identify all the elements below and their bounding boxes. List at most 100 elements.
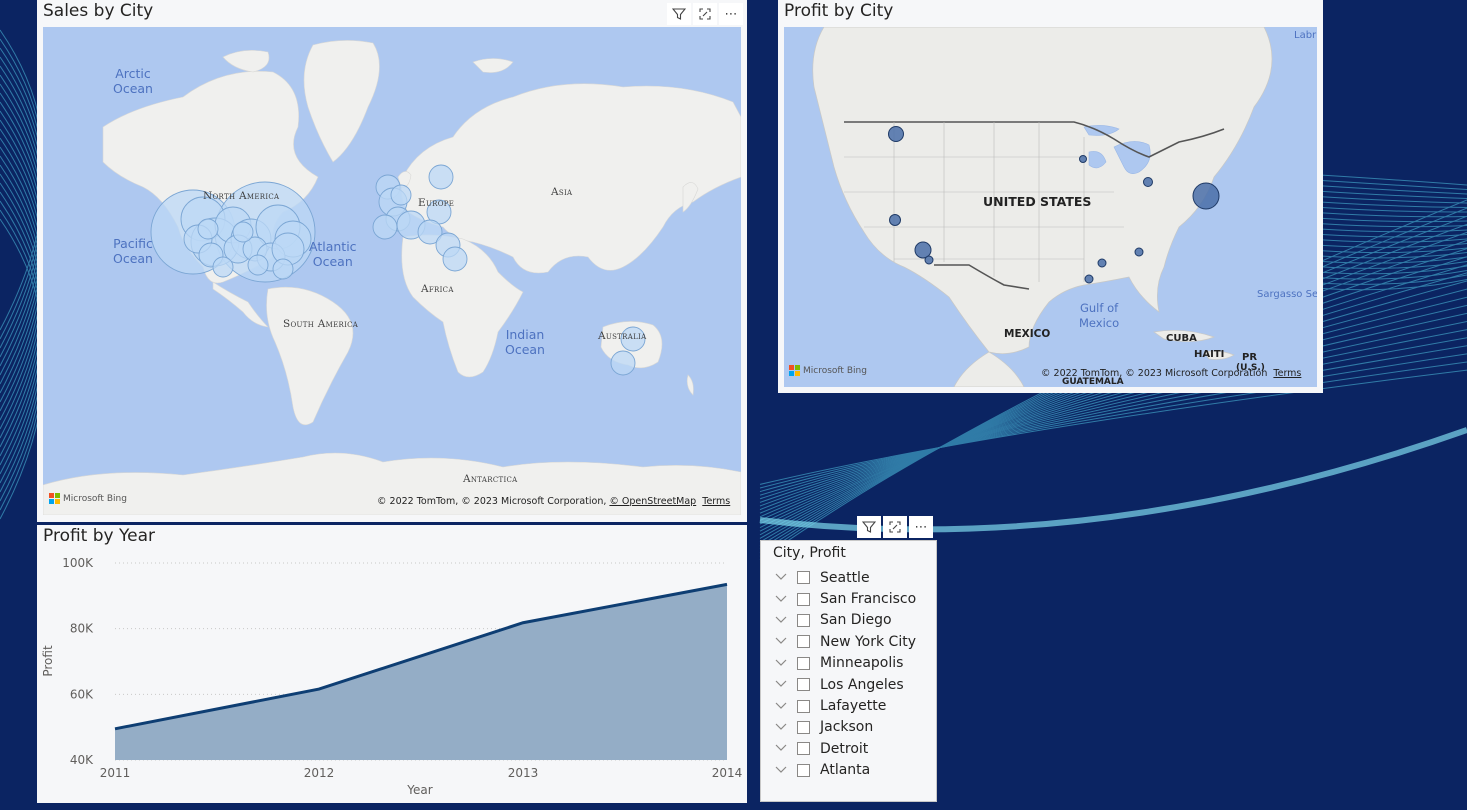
terms-link[interactable]: Terms [1273, 368, 1301, 379]
us-country-label: UNITED STATES [983, 194, 1092, 209]
labrador-label: Labr [1294, 30, 1317, 41]
checkbox[interactable] [797, 635, 810, 649]
slicer-title: City, Profit [773, 545, 846, 561]
slicer-item-label: Minneapolis [820, 655, 904, 672]
checkbox[interactable] [797, 699, 810, 713]
sales-by-city-visual[interactable]: Sales by City ⋯ Arctic Ocean Pacific Oce… [37, 0, 747, 522]
africa-label: Africa [421, 283, 454, 295]
chevron-down-icon[interactable] [775, 764, 789, 777]
more-options-icon[interactable]: ⋯ [909, 516, 933, 538]
checkbox[interactable] [797, 613, 810, 627]
y-tick-label: 100K [62, 556, 94, 570]
slicer-item[interactable]: New York City [761, 631, 936, 652]
slicer-item[interactable]: Atlanta [761, 760, 936, 781]
slicer-item[interactable]: Los Angeles [761, 674, 936, 695]
slicer-item-label: Los Angeles [820, 676, 904, 693]
slicer-item-label: Seattle [820, 569, 870, 586]
focus-mode-icon[interactable] [883, 516, 907, 538]
profit-by-year-visual[interactable]: Profit by Year 40K 60K 80K 100K 2011 2012 201… [37, 525, 747, 803]
profit-bubble[interactable] [924, 255, 934, 265]
checkbox[interactable] [797, 592, 810, 606]
city-profit-slicer[interactable]: City, Profit Seattle San Francisco San Die… [760, 540, 937, 802]
slicer-item-label: Atlanta [820, 762, 871, 779]
sales-bubble[interactable] [610, 350, 636, 376]
osm-link[interactable]: © OpenStreetMap [609, 496, 696, 507]
profit-bubble[interactable] [1134, 247, 1144, 257]
checkbox[interactable] [797, 678, 810, 692]
indian-ocean-label: Indian Ocean [505, 327, 545, 357]
profit-by-city-visual[interactable]: Profit by City UNITED STATES MEXICO CUBA… [778, 0, 1323, 393]
sales-bubble[interactable] [247, 254, 269, 276]
terms-link[interactable]: Terms [702, 496, 730, 507]
slicer-item[interactable]: Jackson [761, 717, 936, 738]
visual-title: Profit by City [784, 1, 894, 21]
chevron-down-icon[interactable] [775, 657, 789, 670]
checkbox[interactable] [797, 763, 810, 777]
sales-bubble[interactable] [390, 184, 412, 206]
sales-bubble[interactable] [372, 214, 398, 240]
profit-bubble[interactable] [1084, 274, 1094, 284]
microsoft-bing-logo: Microsoft Bing [789, 365, 867, 376]
slicer-item-label: San Francisco [820, 591, 917, 608]
sales-bubble[interactable] [197, 218, 219, 240]
slicer-item-label: Jackson [820, 719, 874, 736]
attribution-text: © 2022 TomTom, © 2023 Microsoft Corporat… [377, 496, 607, 507]
visual-title: Sales by City [43, 1, 154, 21]
more-options-icon[interactable]: ⋯ [719, 3, 743, 25]
sales-bubble[interactable] [272, 258, 294, 280]
checkbox[interactable] [797, 742, 810, 756]
chevron-down-icon[interactable] [775, 614, 789, 627]
attribution-text: © 2022 TomTom, © 2023 Microsoft Corporat… [1041, 368, 1268, 379]
world-map[interactable]: Arctic Ocean Pacific Ocean Atlantic Ocea… [43, 27, 741, 515]
pacific-ocean-label: Pacific Ocean [113, 236, 153, 266]
checkbox[interactable] [797, 720, 810, 734]
chevron-down-icon[interactable] [775, 742, 789, 755]
chevron-down-icon[interactable] [775, 571, 789, 584]
x-tick-label: 2011 [100, 766, 131, 780]
profit-bubble[interactable] [1097, 258, 1107, 268]
y-tick-label: 80K [70, 622, 94, 636]
profit-bubble[interactable] [1143, 177, 1153, 187]
atlantic-ocean-label: Atlantic Ocean [309, 239, 357, 269]
chevron-down-icon[interactable] [775, 700, 789, 713]
gulf-of-mexico-label: Gulf of Mexico [1079, 301, 1120, 330]
chevron-down-icon[interactable] [775, 721, 789, 734]
north-america-label: North America [203, 190, 280, 202]
slicer-item-label: New York City [820, 633, 916, 650]
mexico-country-label: MEXICO [1004, 328, 1051, 340]
pr-country-label: PR [1242, 352, 1258, 363]
filter-icon[interactable] [667, 3, 691, 25]
filter-icon[interactable] [857, 516, 881, 538]
slicer-item[interactable]: Lafayette [761, 695, 936, 716]
focus-mode-icon[interactable] [693, 3, 717, 25]
sales-bubble[interactable] [428, 164, 454, 190]
checkbox[interactable] [797, 571, 810, 585]
bing-text: Microsoft Bing [803, 365, 867, 376]
chevron-down-icon[interactable] [775, 678, 789, 691]
sales-bubble[interactable] [442, 246, 468, 272]
sales-bubble[interactable] [232, 221, 254, 243]
map-attribution: © 2022 TomTom, © 2023 Microsoft Corporat… [377, 496, 730, 507]
sales-bubble[interactable] [212, 256, 234, 278]
haiti-country-label: HAITI [1194, 349, 1225, 360]
profit-bubble[interactable] [888, 126, 904, 142]
slicer-item[interactable]: San Francisco [761, 588, 936, 609]
antarctica-label: Antarctica [463, 473, 518, 485]
profit-bubble[interactable] [889, 214, 901, 226]
slicer-item[interactable]: San Diego [761, 610, 936, 631]
slicer-item[interactable]: Seattle [761, 567, 936, 588]
us-map[interactable]: UNITED STATES MEXICO CUBA HAITI PR (U.S.… [784, 27, 1317, 387]
slicer-item[interactable]: Detroit [761, 738, 936, 759]
checkbox[interactable] [797, 656, 810, 670]
slicer-item[interactable]: Minneapolis [761, 653, 936, 674]
area-fill [115, 584, 727, 760]
profit-bubble[interactable] [1079, 155, 1087, 163]
australia-label: Australia [598, 330, 647, 342]
europe-label: Europe [418, 197, 455, 209]
chevron-down-icon[interactable] [775, 593, 789, 606]
chevron-down-icon[interactable] [775, 635, 789, 648]
microsoft-bing-logo: Microsoft Bing [49, 493, 127, 504]
world-map-canvas [43, 40, 741, 515]
profit-bubble[interactable] [1192, 182, 1220, 210]
y-axis-title: Profit [41, 645, 55, 677]
